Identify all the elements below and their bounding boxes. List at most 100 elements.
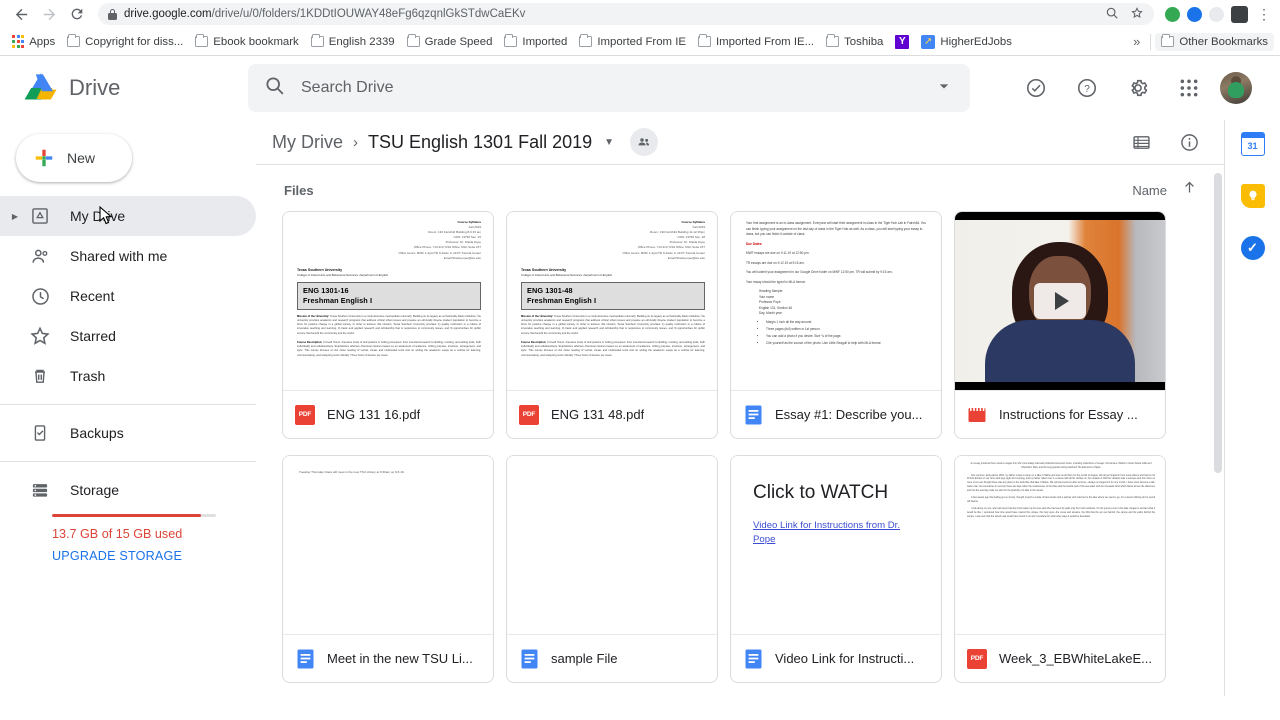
file-name: Essay #1: Describe you...: [775, 407, 923, 422]
dense-head: An essay produced from various usages fr…: [970, 463, 1152, 469]
search-input[interactable]: [301, 79, 918, 97]
browser-chrome: drive.google.com/drive/u/0/folders/1KDDt…: [0, 0, 1280, 56]
bookmark-item[interactable]: Toshiba: [820, 33, 889, 51]
breadcrumb-current[interactable]: TSU English 1301 Fall 2019: [362, 128, 598, 157]
search-bar[interactable]: [248, 64, 970, 112]
bookmark-item[interactable]: English 2339: [305, 33, 401, 51]
essay-preview: Your first assignment is an in-class ass…: [731, 212, 941, 390]
extension-icon-blue[interactable]: [1187, 6, 1202, 22]
scrollbar-thumb[interactable]: [1214, 173, 1222, 473]
bookmark-item[interactable]: Ebook bookmark: [189, 33, 304, 51]
essay-heading-sample: Heading Sample: Your name Professor Pope…: [746, 289, 930, 317]
file-card[interactable]: Course Syllabus Fall 2019 Room: 130 Fair…: [506, 211, 718, 439]
file-card[interactable]: Instructions for Essay ...: [954, 211, 1166, 439]
help-icon[interactable]: ?: [1067, 68, 1107, 108]
sidebar-item-storage[interactable]: Storage: [0, 470, 256, 510]
watch-title: Click to WATCH: [753, 482, 889, 503]
extension-icon-grey[interactable]: [1209, 6, 1224, 22]
file-thumbnail[interactable]: Your first assignment is an in-class ass…: [731, 212, 941, 390]
watch-video-link[interactable]: Video Link for Instructions from Dr. Pop…: [753, 519, 923, 547]
breadcrumb-root[interactable]: My Drive: [266, 128, 349, 157]
video-preview[interactable]: [955, 212, 1165, 390]
google-tasks-icon[interactable]: ✓: [1240, 236, 1265, 260]
sidebar-divider-2: [0, 461, 256, 462]
blank-doc-preview: [507, 456, 717, 634]
play-button-icon[interactable]: [1034, 283, 1086, 319]
sidebar-item-trash[interactable]: Trash: [0, 356, 256, 396]
file-card[interactable]: Tuesday Thursday Class will meet in the …: [282, 455, 494, 683]
syllabus-preview: Course Syllabus Fall 2019 Room: 130 Fair…: [283, 212, 493, 390]
google-calendar-icon[interactable]: 31: [1240, 132, 1265, 156]
main-content: My Drive › TSU English 1301 Fall 2019 ▼ …: [256, 120, 1224, 696]
bookmark-apps[interactable]: Apps: [6, 32, 61, 50]
list-view-icon[interactable]: [1124, 125, 1158, 159]
google-drive-logo: [21, 70, 61, 106]
bookmark-item[interactable]: Copyright for diss...: [61, 33, 189, 51]
sidebar-item-recent[interactable]: Recent: [0, 276, 256, 316]
bookmark-yahoo[interactable]: Y: [889, 32, 915, 52]
sidebar-item-my-drive[interactable]: ▶ My Drive: [0, 196, 256, 236]
forward-arrow-icon[interactable]: [36, 1, 62, 27]
essay-due-1: MWF essays are due on 9.11.19 at 12:50 p…: [746, 251, 810, 256]
extension-icon-green[interactable]: [1165, 6, 1180, 22]
sidebar-item-starred[interactable]: Starred: [0, 316, 256, 356]
file-thumbnail[interactable]: Course Syllabus Fall 2019 Room: 130 Fair…: [507, 212, 717, 390]
gear-icon[interactable]: [1118, 68, 1158, 108]
arrow-up-icon[interactable]: [1181, 179, 1198, 201]
back-arrow-icon[interactable]: [8, 1, 34, 27]
drive-brand[interactable]: Drive: [16, 70, 246, 106]
syllabus-description: Course Description: 3 Credit Hours. Inte…: [521, 341, 705, 358]
sort-label[interactable]: Name: [1132, 183, 1167, 198]
chevron-down-icon[interactable]: [934, 76, 954, 101]
yahoo-icon: Y: [895, 34, 910, 49]
account-avatar[interactable]: [1220, 72, 1252, 104]
storage-icon: [28, 478, 52, 502]
file-card[interactable]: Your first assignment is an in-class ass…: [730, 211, 942, 439]
dense-paragraph: I took along my son, who had never had a…: [967, 508, 1155, 518]
file-thumbnail[interactable]: Click to WATCH Video Link for Instructio…: [731, 456, 941, 634]
info-icon[interactable]: [1172, 125, 1206, 159]
browser-menu-icon[interactable]: ⋮: [1255, 6, 1272, 23]
bookmark-higheredjobs[interactable]: ➚ HigherEdJobs: [915, 32, 1018, 52]
syllabus-header-line: Course Syllabus: [457, 220, 481, 224]
chevron-down-icon[interactable]: ▼: [598, 137, 620, 148]
reload-icon[interactable]: [64, 1, 90, 27]
syllabus-header: Course Syllabus Fall 2019 Room: 130 Fair…: [521, 220, 705, 261]
file-thumbnail[interactable]: Tuesday Thursday Class will meet in the …: [283, 456, 493, 634]
file-thumbnail[interactable]: An essay produced from various usages fr…: [955, 456, 1165, 634]
syllabus-course-title: Freshman English I: [303, 295, 373, 305]
bookmarks-overflow-icon[interactable]: »: [1127, 34, 1146, 49]
support-check-icon[interactable]: [1016, 68, 1056, 108]
bookmark-star-icon[interactable]: [1130, 6, 1144, 23]
expand-arrow-icon[interactable]: ▶: [6, 212, 24, 221]
bookmark-other-bookmarks[interactable]: Other Bookmarks: [1155, 32, 1274, 51]
file-thumbnail[interactable]: [955, 212, 1165, 390]
bookmark-item[interactable]: Imported From IE: [573, 33, 692, 51]
google-apps-grid-icon[interactable]: [1169, 68, 1209, 108]
omnibox-search-icon[interactable]: [1105, 6, 1119, 23]
vertical-scrollbar[interactable]: [1214, 173, 1222, 661]
bookmark-item[interactable]: Grade Speed: [401, 33, 499, 51]
sidebar-item-shared-with-me[interactable]: Shared with me: [0, 236, 256, 276]
folder-icon: [310, 33, 324, 47]
file-card[interactable]: sample File: [506, 455, 718, 683]
bookmark-item[interactable]: Imported From IE...: [692, 33, 820, 51]
file-card[interactable]: Course Syllabus Fall 2019 Room: 130 Fair…: [282, 211, 494, 439]
bookmark-item[interactable]: Imported: [498, 33, 573, 51]
file-card[interactable]: Click to WATCH Video Link for Instructio…: [730, 455, 942, 683]
extension-icon-dark[interactable]: [1231, 5, 1248, 23]
upgrade-storage-link[interactable]: UPGRADE STORAGE: [0, 541, 256, 563]
sidebar-item-backups[interactable]: Backups: [0, 413, 256, 453]
file-name: Meet in the new TSU Li...: [327, 651, 473, 666]
shared-people-icon[interactable]: [630, 128, 659, 156]
file-thumbnail[interactable]: [507, 456, 717, 634]
bookmarks-bar: Apps Copyright for diss... Ebook bookmar…: [0, 28, 1280, 56]
file-card[interactable]: An essay produced from various usages fr…: [954, 455, 1166, 683]
google-keep-icon[interactable]: [1240, 184, 1265, 208]
bookmark-label: Imported From IE...: [715, 35, 815, 48]
extension-icons: ⋮: [1160, 5, 1272, 23]
file-thumbnail[interactable]: Course Syllabus Fall 2019 Room: 130 Fair…: [283, 212, 493, 390]
sort-controls: Name: [1132, 179, 1198, 201]
address-bar[interactable]: drive.google.com/drive/u/0/folders/1KDDt…: [98, 3, 1154, 25]
new-button[interactable]: New: [16, 134, 132, 182]
